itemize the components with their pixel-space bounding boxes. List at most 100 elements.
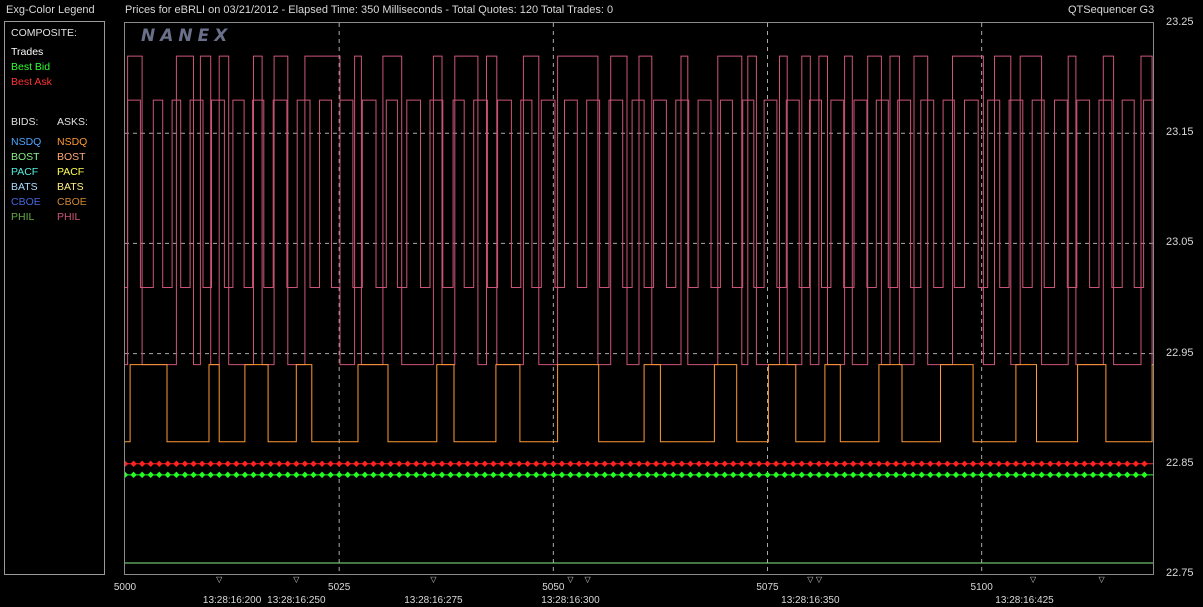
series-best-bid-marker [216, 471, 223, 479]
series-best-bid-marker [841, 471, 848, 479]
series-best-ask-marker [901, 460, 908, 467]
series-best-bid-marker [867, 471, 874, 479]
series-best-ask-marker [156, 460, 163, 467]
series-best-ask-marker [610, 460, 617, 467]
series-best-bid-marker [181, 471, 189, 479]
series-best-ask-marker [1064, 460, 1071, 467]
x-tick-label: 5000 [113, 582, 137, 593]
series-best-bid-marker [515, 471, 523, 479]
legend-ask-phil: PHIL [57, 211, 81, 223]
series-best-bid-marker [747, 471, 754, 479]
series-best-ask-marker [284, 460, 291, 467]
series-best-ask-marker [978, 460, 985, 467]
series-best-bid-marker [987, 471, 994, 479]
series-best-ask-marker [858, 460, 865, 467]
series-best-bid-marker [1047, 471, 1054, 479]
legend-ask-bats: BATS [57, 181, 84, 193]
series-best-bid-marker [1132, 471, 1140, 479]
series-nsdq-line [125, 364, 1153, 443]
series-best-bid-marker [267, 471, 274, 479]
series-best-bid-marker [241, 471, 249, 479]
series-best-ask-marker [772, 460, 780, 467]
series-best-ask-marker [378, 460, 386, 467]
series-best-ask-marker [944, 460, 951, 467]
series-best-bid-marker [661, 471, 668, 479]
series-best-ask-marker [627, 460, 634, 467]
chart-plot-area: NANEX [124, 22, 1154, 575]
series-best-ask-marker [807, 460, 814, 467]
series-best-bid-marker [378, 471, 386, 479]
series-best-bid-marker [344, 471, 351, 479]
series-best-bid-marker [413, 471, 420, 479]
series-best-ask-marker [995, 460, 1002, 467]
series-best-bid-marker [130, 471, 137, 479]
series-best-bid-marker [592, 471, 600, 479]
app-name: QTSequencer G3 [1068, 4, 1155, 16]
series-best-bid-marker [327, 471, 334, 479]
price-chart [125, 23, 1153, 574]
series-best-bid-marker [233, 471, 240, 479]
series-best-bid-marker [498, 471, 506, 479]
series-best-ask-marker [832, 460, 840, 467]
series-best-bid-marker [284, 471, 291, 479]
series-best-ask-marker [764, 460, 771, 467]
series-best-bid-marker [961, 471, 968, 479]
series-best-bid-marker [815, 471, 823, 479]
series-best-bid-marker [969, 471, 977, 479]
series-best-bid-marker [721, 471, 728, 479]
series-best-ask-marker [241, 460, 249, 467]
series-best-bid-marker [224, 471, 231, 479]
x-tick-label: 5050 [542, 582, 565, 593]
series-best-ask-marker [1115, 460, 1122, 467]
series-best-ask-marker [147, 460, 154, 467]
series-best-bid-marker [601, 471, 608, 479]
series-best-bid-marker [404, 471, 411, 479]
y-tick-label: 23.05 [1166, 236, 1194, 249]
y-tick-label: 23.25 [1166, 16, 1194, 28]
legend-bid-phil: PHIL [11, 211, 35, 223]
series-best-bid-marker [541, 471, 548, 479]
series-best-ask-marker [867, 460, 874, 467]
series-best-ask-marker [224, 460, 231, 467]
series-best-bid-marker [1055, 471, 1062, 479]
legend-ask-nsdq: NSDQ [57, 136, 88, 148]
series-best-bid-marker [1004, 471, 1011, 479]
series-best-bid-marker [695, 471, 703, 479]
series-best-bid-marker [533, 471, 540, 479]
series-best-bid-marker [1081, 471, 1088, 479]
series-best-bid-marker [807, 471, 814, 479]
series-best-bid-marker [293, 471, 300, 479]
series-best-ask-marker [1132, 460, 1140, 467]
series-best-ask-marker [164, 460, 172, 467]
y-tick-label: 22.85 [1166, 456, 1194, 469]
series-best-bid-marker [927, 471, 934, 479]
series-best-bid-marker [995, 471, 1002, 479]
series-best-ask-marker [1072, 460, 1080, 467]
series-best-bid-marker [301, 471, 309, 479]
series-best-bid-marker [1021, 471, 1028, 479]
series-best-bid-marker [978, 471, 985, 479]
asks-label: ASKS: [57, 116, 88, 128]
series-best-ask-marker [969, 460, 977, 467]
series-best-ask-marker [190, 460, 197, 467]
series-best-ask-marker [678, 460, 686, 467]
series-best-bid-marker [473, 471, 480, 479]
series-best-bid-marker [952, 471, 960, 479]
series-best-bid-marker [1124, 471, 1131, 479]
series-best-ask-marker [704, 460, 711, 467]
series-best-bid-marker [1072, 471, 1080, 479]
series-best-ask-marker [301, 460, 309, 467]
legend-title: Exg-Color Legend [6, 4, 95, 16]
series-best-ask-marker [216, 460, 223, 467]
series-best-bid-marker [935, 471, 943, 479]
series-best-bid-marker [687, 471, 694, 479]
series-best-ask-marker [935, 460, 943, 467]
series-best-ask-marker [738, 460, 745, 467]
series-best-bid-marker [464, 471, 471, 479]
trade-marker-icon: ▽ [567, 575, 574, 584]
series-best-bid-marker [1064, 471, 1071, 479]
series-best-bid-marker [455, 471, 463, 479]
series-best-bid-marker [438, 471, 446, 479]
series-best-bid-marker [318, 471, 326, 479]
series-best-ask-marker [130, 460, 137, 467]
